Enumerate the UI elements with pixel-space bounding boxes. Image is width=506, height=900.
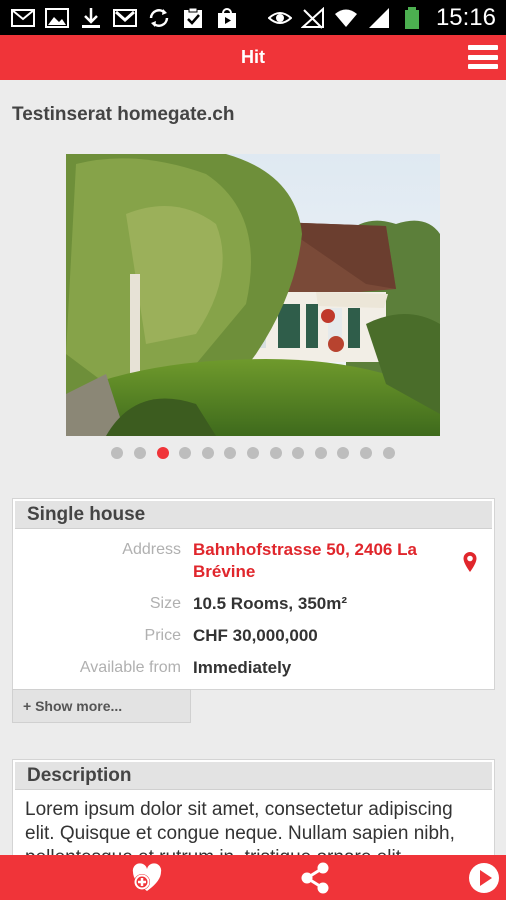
- pager-dot[interactable]: [269, 447, 282, 459]
- play-store-icon: [214, 7, 240, 29]
- sync-icon: [146, 7, 172, 29]
- property-type-header: Single house: [15, 501, 492, 529]
- download-icon: [78, 7, 104, 29]
- pager-dot[interactable]: [359, 447, 372, 459]
- pager-dot[interactable]: [224, 447, 237, 459]
- share-icon[interactable]: [298, 861, 332, 895]
- size-row: Size 10.5 Rooms, 350m²: [13, 593, 496, 613]
- price-value: CHF 30,000,000: [193, 626, 318, 645]
- size-label: Size: [149, 595, 181, 612]
- available-label: Available from: [79, 659, 181, 676]
- listing-photo[interactable]: [66, 154, 440, 436]
- favorite-add-icon[interactable]: [130, 861, 164, 895]
- bottom-action-bar: [0, 855, 506, 900]
- description-card: Description Lorem ipsum dolor sit amet, …: [12, 759, 495, 855]
- address-row: Address Bahnhofstrasse 50, 2406 La Brévi…: [13, 539, 496, 581]
- property-info-card: Single house Address Bahnhofstrasse 50, …: [12, 498, 495, 690]
- available-value: Immediately: [193, 658, 292, 677]
- eye-icon: [267, 7, 293, 29]
- gmail-icon: [112, 7, 138, 29]
- clipboard-check-icon: [180, 7, 206, 29]
- address-label: Address: [122, 541, 181, 558]
- pager-dot[interactable]: [314, 447, 327, 459]
- battery-icon: [399, 6, 425, 29]
- page-title: Hit: [241, 47, 265, 67]
- price-row: Price CHF 30,000,000: [13, 625, 496, 645]
- photo-pager[interactable]: [0, 447, 506, 459]
- listing-detail: Testinserat homegate.ch Single house Add…: [0, 80, 506, 855]
- pager-dot[interactable]: [134, 447, 147, 459]
- signal-bars-icon: [366, 7, 392, 29]
- pager-dot[interactable]: [247, 447, 259, 459]
- status-clock: 15:16: [435, 3, 496, 31]
- wifi-icon: [333, 7, 359, 29]
- pager-dot[interactable]: [111, 447, 124, 459]
- status-bar: 15:16: [0, 0, 506, 35]
- pager-dot[interactable]: [382, 447, 395, 459]
- pager-dot[interactable]: [337, 447, 350, 459]
- available-row: Available from Immediately: [13, 657, 496, 677]
- play-icon[interactable]: [467, 861, 501, 895]
- pager-dot[interactable]: [201, 447, 214, 459]
- image-icon: [44, 7, 70, 29]
- map-pin-icon[interactable]: [462, 551, 478, 573]
- description-header: Description: [15, 762, 492, 790]
- listing-title: Testinserat homegate.ch: [12, 104, 235, 125]
- description-text: Lorem ipsum dolor sit amet, consectetur …: [25, 799, 455, 855]
- no-signal-icon: [300, 6, 326, 29]
- address-value[interactable]: Bahnhofstrasse 50, 2406 La Brévine: [193, 539, 443, 583]
- action-bar: Hit: [0, 35, 506, 80]
- pager-dot[interactable]: [179, 447, 192, 459]
- hamburger-menu-icon[interactable]: [468, 43, 498, 71]
- size-value: 10.5 Rooms, 350m²: [193, 594, 348, 613]
- price-label: Price: [144, 627, 181, 644]
- mail-icon: [10, 7, 36, 29]
- pager-dot[interactable]: [156, 447, 169, 459]
- pager-dot[interactable]: [292, 447, 305, 459]
- show-more-button[interactable]: + Show more...: [12, 689, 191, 723]
